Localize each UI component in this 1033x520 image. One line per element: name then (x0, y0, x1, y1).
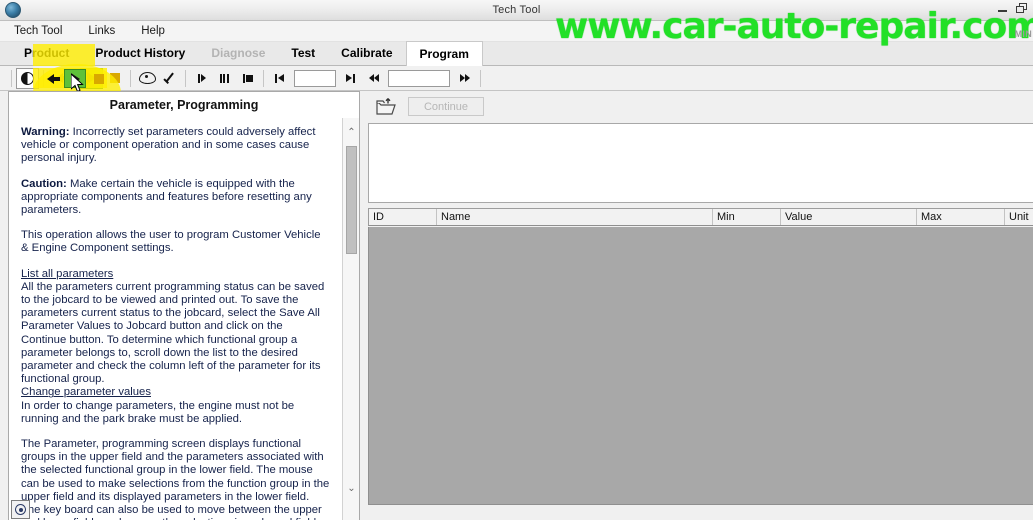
parameter-table-header: ID Name Min Value Max Unit (368, 208, 1033, 226)
action-toolbar (0, 66, 1033, 91)
tab-program[interactable]: Program (405, 41, 483, 66)
warning-label: Warning: (21, 126, 70, 138)
change-values-heading-wrap: Change parameter values (21, 386, 330, 399)
crosshair-icon (15, 504, 26, 515)
column-header-max[interactable]: Max (917, 209, 1005, 225)
tech-tool-window: Tech Tool Tech Tool Links Help Product P… (0, 0, 1033, 520)
scrollbar-thumb[interactable] (346, 146, 357, 254)
column-header-unit[interactable]: Unit (1005, 209, 1033, 225)
first-page-button[interactable] (268, 68, 291, 89)
parameter-table-body[interactable] (368, 227, 1033, 505)
functional-group-field[interactable] (368, 123, 1033, 203)
page-input[interactable] (294, 69, 336, 87)
caution-label: Caution: (21, 177, 67, 190)
step-forward-button[interactable] (190, 68, 213, 89)
operation-text: This operation allows the user to progra… (21, 229, 321, 255)
column-header-value[interactable]: Value (781, 209, 917, 225)
tab-calibrate[interactable]: Calibrate (328, 41, 405, 65)
skip-first-icon (275, 73, 284, 83)
change-parameter-values-heading: Change parameter values (21, 386, 151, 399)
instruction-pane: Parameter, Programming Warning: Incorrec… (8, 91, 360, 520)
title-bar: Tech Tool (0, 0, 1033, 21)
range-input[interactable] (388, 69, 450, 87)
step-stop-button[interactable] (236, 68, 259, 89)
step-stop-icon (242, 73, 253, 83)
contrast-button[interactable] (16, 67, 39, 89)
workspace: Parameter, Programming Warning: Incorrec… (0, 91, 1033, 520)
page-title: Parameter, Programming (109, 98, 259, 112)
fast-forward-icon (459, 74, 470, 82)
screen-description-body: The Parameter, programming screen displa… (21, 438, 330, 520)
stop-icon (109, 73, 120, 83)
column-header-min[interactable]: Min (713, 209, 781, 225)
scroll-down-icon[interactable]: ⌄ (343, 480, 359, 496)
menu-bar: Tech Tool Links Help (0, 21, 1033, 42)
list-all-body: All the parameters current programming s… (21, 280, 325, 386)
last-page-button[interactable] (339, 68, 362, 89)
stop-icon (94, 73, 104, 84)
caution-paragraph: Caution: Make certain the vehicle is equ… (21, 178, 330, 218)
view-button[interactable] (135, 68, 158, 89)
instruction-text: Warning: Incorrectly set parameters coul… (9, 118, 340, 520)
minimize-button[interactable] (996, 2, 1009, 15)
rewind-button[interactable] (362, 68, 385, 89)
scroll-up-icon[interactable]: ⌃ (343, 124, 359, 140)
rewind-icon (368, 74, 379, 82)
tab-diagnose: Diagnose (211, 46, 266, 60)
change-values-body: In order to change parameters, the engin… (21, 399, 295, 425)
main-tab-bar: Product Product History Diagnose Test Ca… (0, 41, 1033, 66)
arrow-left-icon (46, 73, 60, 84)
column-header-id[interactable]: ID (369, 209, 437, 225)
parameter-pane: Continue ID Name Min Value Max Unit (366, 91, 1033, 520)
save-to-jobcard-icon (376, 97, 396, 115)
warning-paragraph: Warning: Incorrectly set parameters coul… (21, 126, 330, 166)
start-button-overlay[interactable] (64, 69, 86, 88)
tab-test[interactable]: Test (278, 41, 328, 65)
skip-last-icon (346, 73, 355, 83)
tab-product[interactable]: Product (11, 41, 82, 65)
window-title: Tech Tool (492, 4, 541, 16)
column-header-name[interactable]: Name (437, 209, 713, 225)
step-play-icon (197, 73, 206, 83)
continue-button[interactable]: Continue (408, 97, 484, 116)
back-button-overlay[interactable] (39, 69, 61, 88)
menu-tech-tool[interactable]: Tech Tool (12, 24, 64, 38)
parameter-toolbar: Continue (366, 91, 1033, 122)
operation-paragraph: This operation allows the user to progra… (21, 229, 330, 255)
play-icon (70, 72, 80, 85)
list-all-parameters-heading: List all parameters (21, 267, 114, 280)
stop-button-overlay[interactable] (88, 69, 110, 88)
tab-product-history[interactable]: Product History (82, 41, 198, 65)
step-pause-icon (220, 73, 229, 83)
help-target-button[interactable] (11, 500, 30, 519)
list-all-heading-wrap: List all parameters (21, 268, 330, 281)
save-to-jobcard-button[interactable] (373, 95, 399, 119)
check-icon (163, 71, 177, 85)
menu-links[interactable]: Links (86, 24, 117, 38)
contrast-icon (21, 71, 34, 85)
restore-button[interactable] (1016, 2, 1029, 15)
eye-icon (139, 71, 156, 85)
confirm-button[interactable] (158, 68, 181, 89)
fast-forward-button[interactable] (453, 68, 476, 89)
menu-help[interactable]: Help (139, 24, 167, 38)
instruction-scrollbar[interactable]: ⌃ ⌄ (342, 118, 359, 520)
window-controls (996, 2, 1029, 15)
step-pause-button[interactable] (213, 68, 236, 89)
